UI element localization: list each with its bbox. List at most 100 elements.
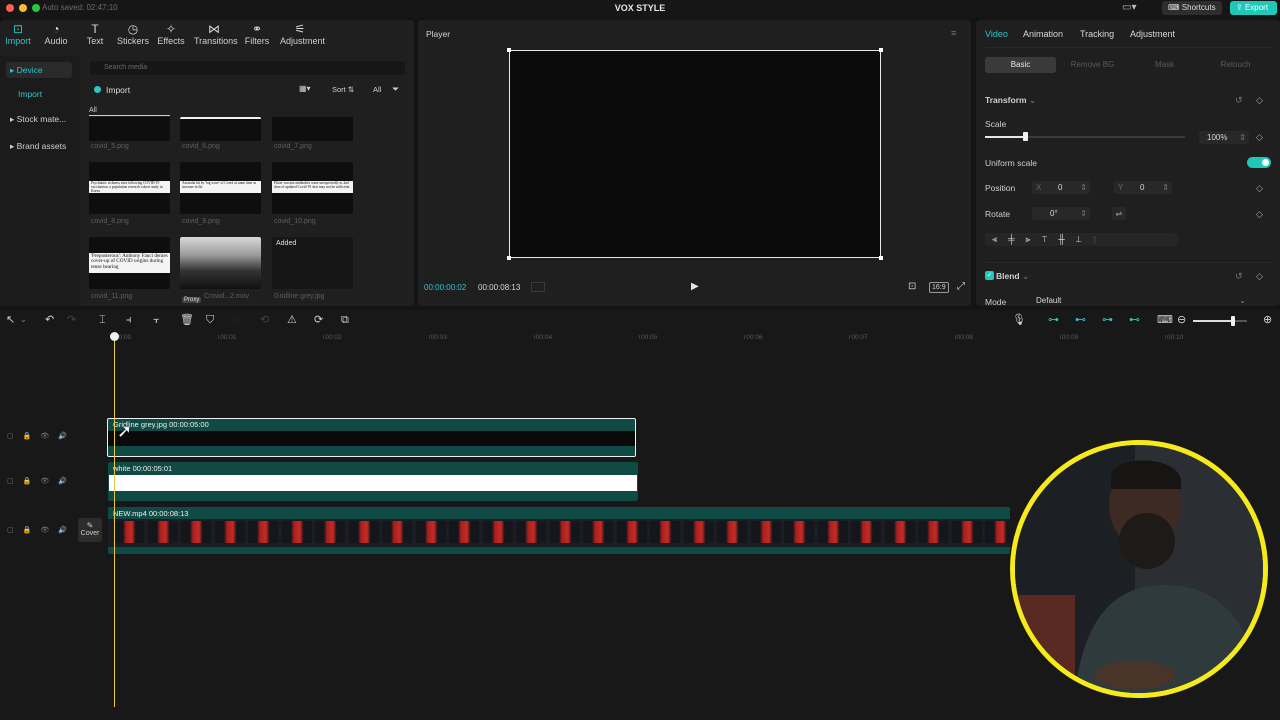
lock-icon[interactable]: 🔒	[23, 527, 41, 534]
crop-icon[interactable]: ⧉	[341, 314, 349, 326]
media-item[interactable]	[272, 117, 353, 141]
sidebar-item-stock-material[interactable]: ▸ Stock mate...	[6, 111, 72, 127]
media-item[interactable]: Pfizer vaccine antibodies wane unexpecte…	[272, 162, 353, 214]
fullscreen-icon[interactable]: ⤢	[957, 281, 965, 292]
position-y-field[interactable]: Y 0 ⇕	[1114, 181, 1172, 194]
zoom-slider-handle[interactable]	[1230, 316, 1235, 326]
playhead-handle[interactable]	[110, 332, 119, 341]
search-input[interactable]: Search media	[90, 61, 405, 75]
media-item[interactable]: Australia hit by 'big wave' of Covid at …	[180, 162, 261, 214]
media-item[interactable]: 'Preposterous': Anthony Fauci denies cov…	[89, 237, 170, 289]
stepper-icon[interactable]: ⇕	[1080, 181, 1087, 194]
keyframe-icon[interactable]: ◇	[1256, 271, 1263, 282]
redo-icon[interactable]: ↷	[67, 314, 76, 326]
segment-mask[interactable]: Mask	[1129, 57, 1200, 73]
eye-icon[interactable]: 👁	[40, 478, 58, 485]
sidebar-item-import[interactable]: Import	[6, 86, 72, 102]
import-button[interactable]: Import	[94, 83, 130, 97]
tab-animation[interactable]: Animation	[1023, 29, 1063, 39]
sort-button[interactable]: Sort ⇅	[332, 85, 354, 94]
keyframe-icon[interactable]: ◇	[1256, 132, 1263, 143]
auto-snap-icon[interactable]: ⊶	[1048, 314, 1059, 326]
keyframe-icon[interactable]: ◇	[1256, 183, 1263, 194]
view-toggle-icon[interactable]: ▦▾	[299, 84, 311, 93]
filter-icon[interactable]: ⏷	[392, 84, 399, 95]
align-right-icon[interactable]: ⫸	[1025, 234, 1041, 244]
keyframe-icon[interactable]: ◇	[1256, 95, 1263, 106]
timecode-format-icon[interactable]	[531, 282, 545, 292]
mode-select[interactable]: Default ⌄	[1032, 295, 1250, 306]
delete-icon[interactable]: 🗑	[180, 314, 194, 326]
resize-handle[interactable]	[879, 48, 883, 52]
layout-icon[interactable]: ▭▾	[1122, 2, 1136, 13]
clip-new-mp4[interactable]	[108, 507, 1010, 554]
rotate-icon[interactable]: ⟳	[314, 314, 323, 326]
align-middle-icon[interactable]: ╫	[1058, 234, 1075, 244]
fit-screen-icon[interactable]: ⊡	[908, 281, 916, 292]
media-item[interactable]	[89, 117, 170, 141]
sidebar-item-device[interactable]: ▸ Device	[6, 62, 72, 78]
segment-retouch[interactable]: Retouch	[1200, 57, 1271, 73]
play-button[interactable]: ▶	[691, 281, 699, 292]
zoom-fit-icon[interactable]: ⊕	[1263, 314, 1272, 326]
tab-tracking[interactable]: Tracking	[1080, 29, 1114, 39]
track-toggle-icon[interactable]: ▢	[7, 527, 23, 534]
media-item[interactable]: Added	[272, 237, 353, 289]
reset-icon[interactable]: ↺	[1235, 271, 1243, 282]
stepper-icon[interactable]: ⇕	[1080, 207, 1087, 220]
position-x-field[interactable]: X 0 ⇕	[1032, 181, 1090, 194]
stepper-icon[interactable]: ⇕	[1239, 131, 1246, 144]
select-tool-icon[interactable]: ↖	[6, 314, 15, 326]
reset-icon[interactable]: ↺	[1235, 95, 1243, 106]
marker-icon[interactable]: ⛉	[206, 314, 214, 326]
export-button[interactable]: ⇪ Export	[1230, 1, 1277, 15]
segment-basic[interactable]: Basic	[985, 57, 1056, 73]
media-item[interactable]: Proxy	[180, 237, 261, 303]
split-right-icon[interactable]: ⫟	[153, 314, 160, 326]
tab-transitions[interactable]: ⋈ Transitions	[194, 22, 238, 46]
align-bottom-icon[interactable]: ⊥	[1076, 234, 1093, 244]
filter-all-button[interactable]: All	[373, 85, 381, 94]
audio-mute-icon[interactable]: 🔊	[58, 433, 76, 440]
uniform-scale-toggle[interactable]	[1247, 157, 1271, 168]
split-icon[interactable]: ⌶	[99, 314, 106, 326]
tab-import[interactable]: ⊡ Import	[0, 22, 38, 46]
tab-text[interactable]: T Text	[75, 22, 115, 46]
tab-stickers[interactable]: ◷ Stickers	[113, 22, 153, 46]
split-left-icon[interactable]: ⫞	[126, 314, 132, 326]
tab-effects[interactable]: ✧ Effects	[151, 22, 191, 46]
tab-filters[interactable]: ⚭ Filters	[237, 22, 277, 46]
undo-icon[interactable]: ↶	[45, 314, 54, 326]
lock-icon[interactable]: 🔒	[23, 478, 41, 485]
tab-adjustment[interactable]: Adjustment	[1130, 29, 1175, 39]
segment-remove-bg[interactable]: Remove BG	[1057, 57, 1128, 73]
subtitle-icon[interactable]: ⌨	[1157, 314, 1173, 326]
audio-mute-icon[interactable]: 🔊	[58, 527, 76, 534]
audio-mute-icon[interactable]: 🔊	[58, 478, 76, 485]
rotate-direction-button[interactable]: ⇌	[1112, 207, 1126, 220]
scale-value-field[interactable]: 100% ⇕	[1199, 131, 1249, 144]
distribute-icon[interactable]: ⦀	[1093, 234, 1108, 244]
clip-white[interactable]	[108, 462, 638, 501]
microphone-icon[interactable]: 🎙	[1012, 314, 1026, 326]
align-left-icon[interactable]: ⫷	[992, 234, 1008, 244]
tab-audio[interactable]: ◔ Audio	[36, 22, 76, 46]
eye-icon[interactable]: 👁	[40, 433, 58, 440]
resize-handle[interactable]	[507, 48, 511, 52]
chevron-down-icon[interactable]: ⌄	[20, 314, 27, 326]
lock-icon[interactable]: 🔒	[23, 433, 41, 440]
resize-handle[interactable]	[879, 256, 883, 260]
sidebar-item-brand-assets[interactable]: ▸ Brand assets	[6, 138, 72, 154]
player-menu-icon[interactable]: ≡	[951, 28, 956, 38]
reverse-icon[interactable]: ⟲	[260, 314, 269, 326]
zoom-out-icon[interactable]: ⊖	[1177, 314, 1186, 326]
rotate-field[interactable]: 0° ⇕	[1032, 207, 1090, 220]
aspect-ratio-button[interactable]: 16:9	[929, 282, 949, 293]
freeze-icon[interactable]: ◌	[233, 314, 240, 326]
mirror-icon[interactable]: ⚠	[287, 314, 297, 326]
align-center-icon[interactable]: ╪	[1008, 234, 1025, 244]
eye-icon[interactable]: 👁	[40, 527, 58, 534]
align-top-icon[interactable]: ⊤	[1042, 234, 1059, 244]
shortcuts-button[interactable]: ⌨ Shortcuts	[1162, 1, 1222, 15]
tab-adjustment[interactable]: ⚟ Adjustment	[280, 22, 325, 46]
